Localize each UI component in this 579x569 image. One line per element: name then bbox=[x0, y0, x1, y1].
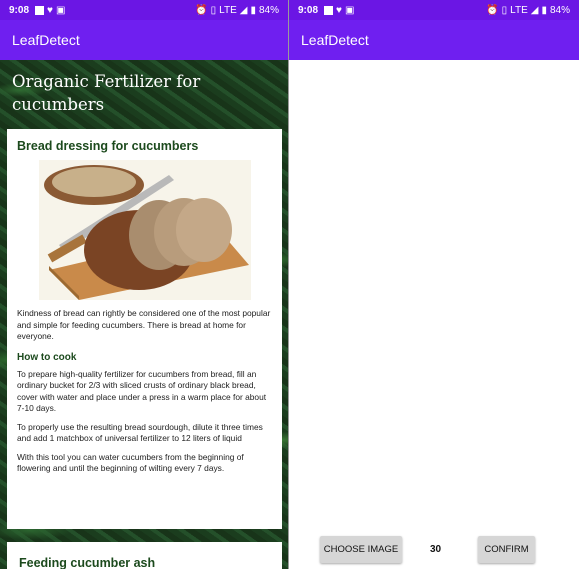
left-screen: 9:08 ♥ ▣ ⏰ ▯ LTE ◢ ▮ 84% LeafDetect Orag… bbox=[0, 0, 288, 569]
paragraph-3: With this tool you can water cucumbers f… bbox=[17, 451, 244, 474]
app-bar: LeafDetect bbox=[0, 20, 288, 60]
article-scroll[interactable]: Oraganic Fertilizer for cucumbers Bread … bbox=[0, 60, 288, 569]
network-label-right: LTE bbox=[510, 4, 528, 16]
page-title: Oraganic Fertilizer for cucumbers bbox=[12, 72, 201, 114]
app-bar-right: LeafDetect bbox=[289, 20, 579, 60]
heart-icon: ♥ bbox=[47, 4, 53, 16]
status-time: 9:08 bbox=[9, 4, 30, 16]
right-screen: 9:08 ♥ ▣ ⏰ ▯ LTE ◢ ▮ 84% LeafDetect CHOO… bbox=[289, 0, 579, 569]
app-title-right: LeafDetect bbox=[301, 32, 369, 48]
vibrate-icon: ▯ bbox=[210, 4, 217, 16]
card-heading: Bread dressing for cucumbers bbox=[17, 139, 199, 153]
app-title: LeafDetect bbox=[12, 32, 80, 48]
square-icon bbox=[324, 5, 334, 15]
bread-image bbox=[38, 160, 251, 300]
network-label: LTE bbox=[219, 4, 237, 16]
article-card-2: Feeding cucumber ash bbox=[7, 542, 282, 569]
battery-percent: 84% bbox=[258, 4, 279, 16]
battery-percent-right: 84% bbox=[549, 4, 570, 16]
card-heading-2: Feeding cucumber ash bbox=[19, 556, 156, 569]
section-heading: How to cook bbox=[17, 351, 77, 363]
status-time-right: 9:08 bbox=[298, 4, 319, 16]
choose-image-button[interactable]: CHOOSE IMAGE bbox=[320, 536, 402, 563]
signal-icon: ◢ bbox=[530, 4, 539, 16]
intro-text: Kindness of bread can rightly be conside… bbox=[17, 308, 271, 341]
status-bar: 9:08 ♥ ▣ ⏰ ▯ LTE ◢ ▮ 84% bbox=[0, 0, 288, 20]
article-card: Bread dressing for cucumbers Kindness of… bbox=[7, 129, 282, 529]
image-count: 30 bbox=[430, 544, 442, 555]
alarm-icon: ⏰ bbox=[195, 4, 208, 16]
photo-icon: ▣ bbox=[344, 4, 355, 16]
confirm-button[interactable]: CONFIRM bbox=[478, 536, 535, 563]
paragraph-2: To properly use the resulting bread sour… bbox=[17, 421, 263, 444]
paragraph-1: To prepare high-quality fertilizer for c… bbox=[17, 368, 267, 414]
battery-icon: ▮ bbox=[541, 4, 547, 16]
battery-icon: ▮ bbox=[250, 4, 256, 16]
status-bar-right: 9:08 ♥ ▣ ⏰ ▯ LTE ◢ ▮ 84% bbox=[289, 0, 579, 20]
vibrate-icon: ▯ bbox=[501, 4, 508, 16]
photo-icon: ▣ bbox=[55, 4, 66, 16]
square-icon bbox=[35, 5, 45, 15]
alarm-icon: ⏰ bbox=[486, 4, 499, 16]
heart-icon: ♥ bbox=[336, 4, 342, 16]
signal-icon: ◢ bbox=[239, 4, 248, 16]
